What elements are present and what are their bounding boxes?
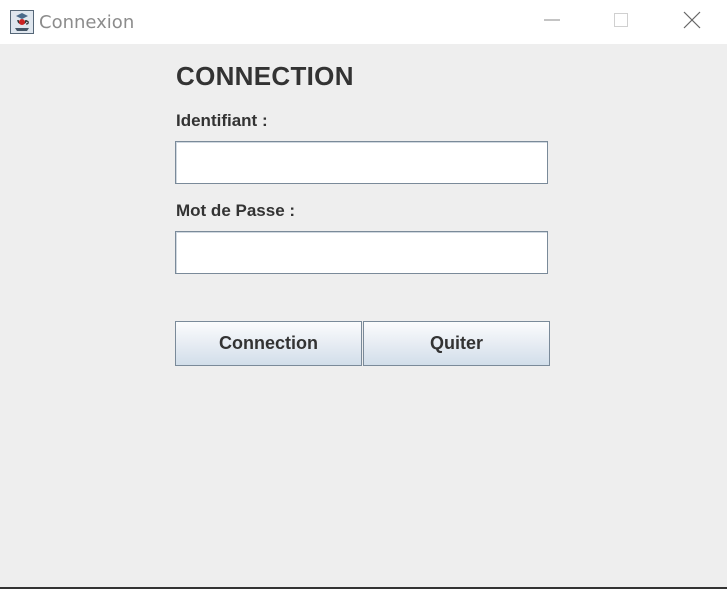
- maximize-icon: [613, 12, 629, 33]
- connect-button-label: Connection: [219, 333, 318, 353]
- maximize-button[interactable]: [598, 0, 644, 44]
- window-title: Connexion: [39, 12, 135, 33]
- quit-button[interactable]: Quiter: [363, 321, 550, 366]
- page-title: CONNECTION: [176, 61, 354, 91]
- quit-button-label: Quiter: [429, 333, 483, 353]
- username-label: Identifiant :: [176, 111, 268, 130]
- title-bar: Connexion: [0, 0, 727, 44]
- password-field[interactable]: [175, 231, 548, 274]
- close-button[interactable]: [669, 0, 715, 44]
- minimize-icon: [544, 12, 560, 33]
- close-icon: [683, 11, 701, 34]
- username-field[interactable]: [175, 141, 548, 184]
- java-coffee-cup-icon: [10, 10, 34, 34]
- minimize-button[interactable]: [529, 0, 575, 44]
- connect-button[interactable]: Connection: [175, 321, 362, 366]
- password-label: Mot de Passe :: [176, 201, 296, 220]
- login-panel: CONNECTION Identifiant : Mot de Passe : …: [0, 44, 727, 588]
